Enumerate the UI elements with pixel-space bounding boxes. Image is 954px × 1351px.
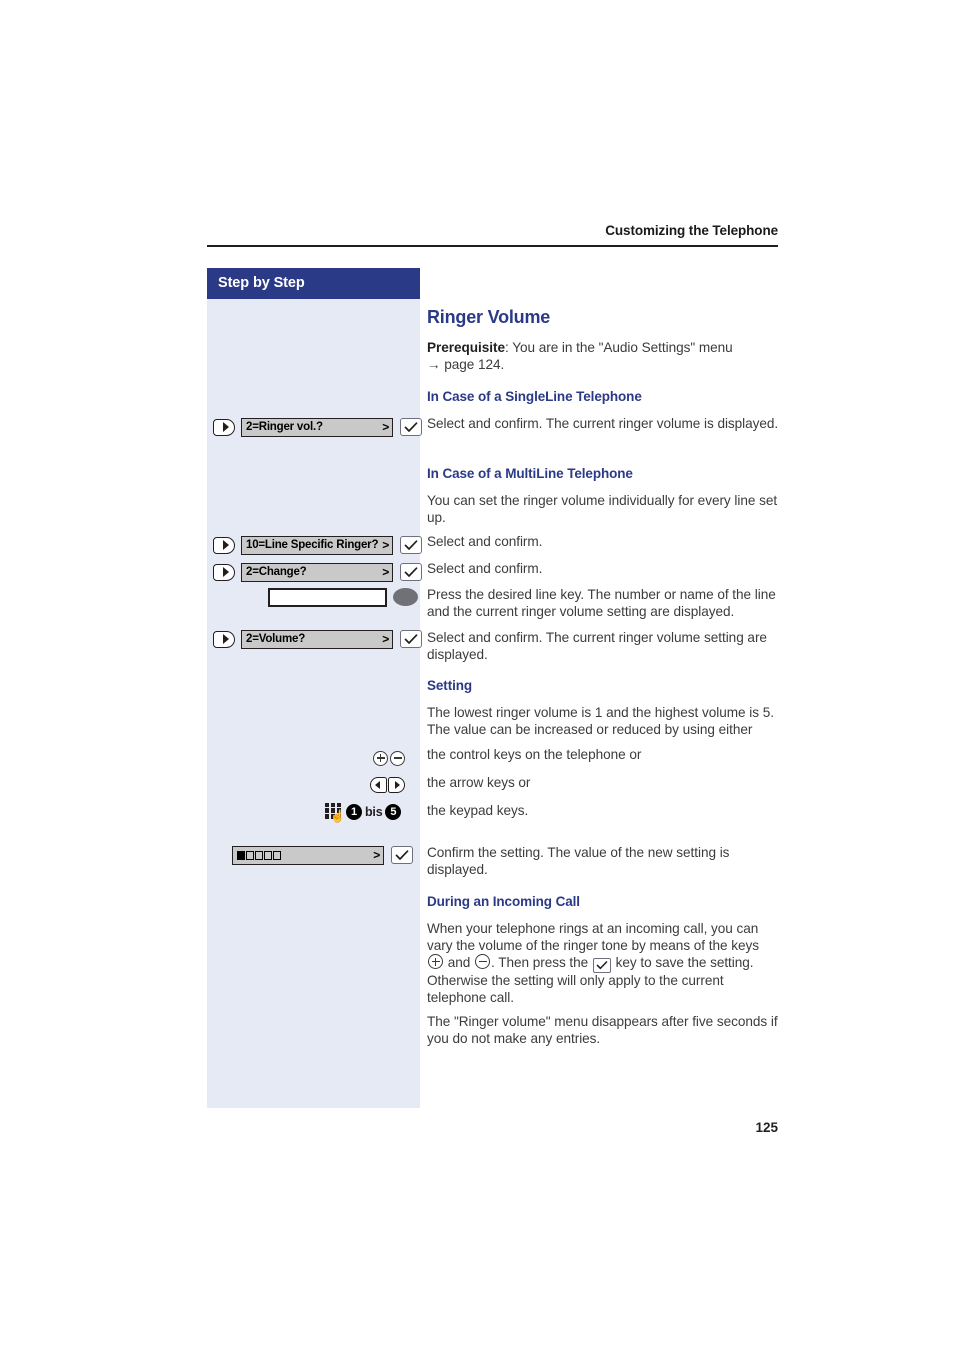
ok-key-icon[interactable] <box>400 536 422 554</box>
digit-key-to[interactable]: 5 <box>385 804 402 820</box>
singleline-heading: In Case of a SingleLine Telephone <box>427 389 642 404</box>
step-row-line-specific-ringer: 10=Line Specific Ringer? > <box>213 534 422 556</box>
navigation-key-icon[interactable] <box>213 536 235 554</box>
incoming-text-part2: . Then press the <box>491 955 589 971</box>
sidebar-title: Step by Step <box>218 275 305 291</box>
volume-up-key-icon[interactable] <box>428 954 443 970</box>
arrow-left-key-icon[interactable] <box>370 777 387 793</box>
page-title: Ringer Volume <box>427 307 551 327</box>
sidebar-header: Step by Step <box>207 268 420 299</box>
step-row-volume-bar: > <box>232 844 413 866</box>
ok-key-icon[interactable] <box>391 846 413 864</box>
lcd-menu-item[interactable]: 10=Line Specific Ringer? > <box>241 535 393 555</box>
lcd-volume-bar-display[interactable]: > <box>232 845 384 865</box>
blank-display-field <box>268 587 387 607</box>
keypad-icon[interactable]: ☝ <box>325 802 345 823</box>
setting-paragraph: The lowest ringer volume is 1 and the hi… <box>427 705 774 737</box>
incoming-call-heading: During an Incoming Call <box>427 894 580 909</box>
step-row-change: 2=Change? > <box>213 561 422 583</box>
header-divider <box>207 245 778 247</box>
ok-key-icon[interactable] <box>400 418 422 436</box>
navigation-key-icon[interactable] <box>213 418 235 436</box>
setting-heading: Setting <box>427 678 473 693</box>
lcd-arrow-icon: > <box>382 538 389 552</box>
singleline-paragraph: Select and confirm. The current ringer v… <box>427 416 779 431</box>
ok-key-icon[interactable] <box>592 958 611 974</box>
multiline-paragraph: You can set the ringer volume individual… <box>427 493 778 525</box>
lcd-arrow-icon: > <box>382 565 389 579</box>
lcd-menu-label: 2=Volume? <box>246 633 306 645</box>
keypad-keys-row: ☝ 1 bis 5 <box>325 801 402 823</box>
page-header: Customizing the Telephone <box>207 222 778 240</box>
hand-pointer-icon: ☝ <box>330 808 345 823</box>
line-key-icon[interactable] <box>393 588 418 606</box>
lcd-arrow-icon: > <box>373 848 380 862</box>
lcd-menu-item[interactable]: 2=Change? > <box>241 562 393 582</box>
step-select-confirm-2: Select and confirm. <box>427 561 543 576</box>
prerequisite-label: Prerequisite <box>427 340 505 355</box>
step-by-step-sidebar: Step by Step 2=Ringer vol.? > 10=Line Sp… <box>207 268 422 1108</box>
incoming-text-and: and <box>447 955 471 971</box>
navigation-key-icon[interactable] <box>213 630 235 648</box>
prerequisite-text: : You are in the "Audio Settings" menu <box>504 340 733 355</box>
arrow-keys-paragraph: the arrow keys or <box>427 775 531 790</box>
step-row-volume: 2=Volume? > <box>213 628 422 650</box>
lcd-menu-label: 2=Ringer vol.? <box>246 421 323 433</box>
lcd-menu-label: 10=Line Specific Ringer? <box>246 539 379 551</box>
volume-down-key-icon[interactable] <box>475 954 490 970</box>
page-number: 125 <box>755 1120 778 1135</box>
lcd-arrow-icon: > <box>382 632 389 646</box>
ok-key-icon[interactable] <box>400 563 422 581</box>
control-keys-row <box>373 747 405 769</box>
step-row-line-key <box>268 586 418 608</box>
keypad-keys-paragraph: the keypad keys. <box>427 803 529 818</box>
volume-level-indicator <box>237 850 281 860</box>
volume-up-key-icon[interactable] <box>373 750 388 766</box>
step-volume-paragraph: Select and confirm. The current ringer v… <box>427 630 767 662</box>
step-line-key-paragraph: Press the desired line key. The number o… <box>427 587 776 619</box>
control-keys-paragraph: the control keys on the telephone or <box>427 747 642 762</box>
lcd-arrow-icon: > <box>382 420 389 434</box>
ok-key-icon[interactable] <box>400 630 422 648</box>
incoming-text-part1: When your telephone rings at an incoming… <box>427 921 759 953</box>
arrow-right-key-icon[interactable] <box>388 777 405 793</box>
step-row-ringer-volume: 2=Ringer vol.? > <box>213 416 422 438</box>
lcd-menu-item[interactable]: 2=Volume? > <box>241 629 393 649</box>
digit-key-from[interactable]: 1 <box>346 804 362 820</box>
arrow-keys-icon[interactable] <box>370 777 405 793</box>
multiline-heading: In Case of a MultiLine Telephone <box>427 466 633 481</box>
lcd-menu-item[interactable]: 2=Ringer vol.? > <box>241 417 393 437</box>
prerequisite-page-reference[interactable]: page 124. <box>444 357 504 372</box>
arrow-keys-row <box>370 774 405 796</box>
timeout-paragraph: The "Ringer volume" menu disappears afte… <box>427 1014 778 1046</box>
chapter-title: Customizing the Telephone <box>605 223 778 238</box>
navigation-key-icon[interactable] <box>213 563 235 581</box>
lcd-menu-label: 2=Change? <box>246 566 307 578</box>
step-select-confirm-1: Select and confirm. <box>427 534 543 549</box>
incoming-call-paragraph: When your telephone rings at an incoming… <box>427 921 779 1006</box>
bis-label: bis <box>365 805 383 819</box>
volume-down-key-icon[interactable] <box>390 750 405 766</box>
cross-reference-arrow-icon: → <box>427 356 441 372</box>
confirm-setting-paragraph: Confirm the setting. The value of the ne… <box>427 845 730 877</box>
prerequisite-paragraph: Prerequisite: You are in the "Audio Sett… <box>427 340 779 373</box>
